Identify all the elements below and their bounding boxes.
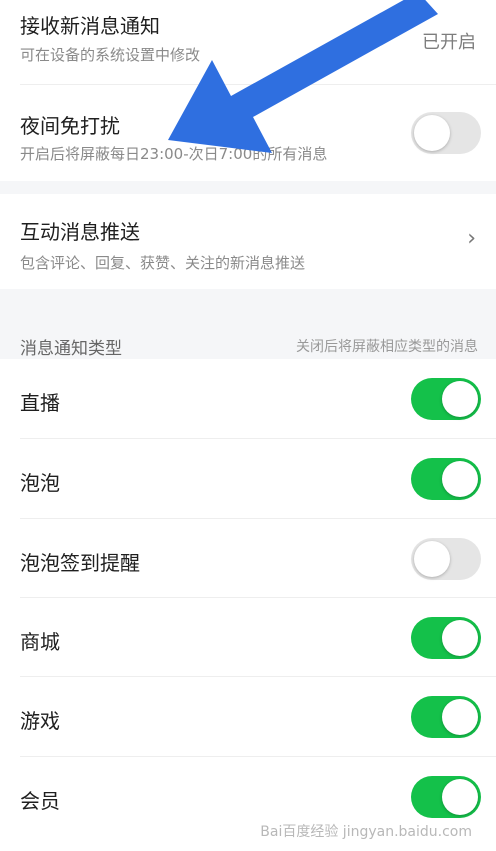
type-label: 泡泡 bbox=[20, 471, 60, 495]
toggle-knob bbox=[442, 779, 478, 815]
member-toggle[interactable] bbox=[411, 776, 481, 818]
type-row-live: 直播 bbox=[0, 359, 496, 439]
notification-types-hint: 关闭后将屏蔽相应类型的消息 bbox=[296, 339, 478, 355]
chevron-right-icon: › bbox=[467, 226, 476, 251]
game-toggle[interactable] bbox=[411, 696, 481, 738]
type-label: 会员 bbox=[20, 789, 60, 813]
interactive-push-subtitle: 包含评论、回复、获赞、关注的新消息推送 bbox=[20, 254, 306, 272]
toggle-knob bbox=[414, 115, 450, 151]
night-dnd-subtitle: 开启后将屏蔽每日23:00-次日7:00的所有消息 bbox=[20, 145, 328, 163]
live-toggle[interactable] bbox=[411, 378, 481, 420]
type-label: 泡泡签到提醒 bbox=[20, 551, 140, 575]
interactive-push-title: 互动消息推送 bbox=[20, 220, 140, 244]
night-dnd-title: 夜间免打扰 bbox=[20, 114, 120, 138]
receive-notifications-status: 已开启 bbox=[422, 32, 476, 53]
interactive-push-row[interactable]: 互动消息推送 包含评论、回复、获赞、关注的新消息推送 › bbox=[0, 194, 496, 289]
type-row-game: 游戏 bbox=[0, 677, 496, 756]
type-label: 商城 bbox=[20, 630, 60, 654]
toggle-knob bbox=[442, 699, 478, 735]
notification-types-header: 消息通知类型 关闭后将屏蔽相应类型的消息 bbox=[0, 289, 496, 359]
type-row-bubble-checkin: 泡泡签到提醒 bbox=[0, 519, 496, 598]
type-row-mall: 商城 bbox=[0, 598, 496, 677]
watermark: Bai百度经验 jingyan.baidu.com bbox=[260, 824, 472, 840]
bubble-checkin-toggle[interactable] bbox=[411, 538, 481, 580]
toggle-knob bbox=[442, 461, 478, 497]
receive-notifications-subtitle: 可在设备的系统设置中修改 bbox=[20, 46, 201, 64]
night-dnd-toggle[interactable] bbox=[411, 112, 481, 154]
notification-types-card: 直播 泡泡 泡泡签到提醒 商城 游戏 会员 bbox=[0, 359, 496, 851]
toggle-knob bbox=[442, 620, 478, 656]
night-dnd-row: 夜间免打扰 开启后将屏蔽每日23:00-次日7:00的所有消息 bbox=[0, 85, 496, 181]
interactive-push-card: 互动消息推送 包含评论、回复、获赞、关注的新消息推送 › bbox=[0, 194, 496, 289]
mall-toggle[interactable] bbox=[411, 617, 481, 659]
notification-types-label: 消息通知类型 bbox=[20, 339, 122, 359]
bubble-toggle[interactable] bbox=[411, 458, 481, 500]
receive-notifications-title: 接收新消息通知 bbox=[20, 14, 160, 38]
receive-notifications-row: 接收新消息通知 可在设备的系统设置中修改 已开启 bbox=[0, 0, 496, 84]
notification-settings-card: 接收新消息通知 可在设备的系统设置中修改 已开启 夜间免打扰 开启后将屏蔽每日2… bbox=[0, 0, 496, 181]
type-label: 直播 bbox=[20, 391, 60, 415]
type-row-bubble: 泡泡 bbox=[0, 439, 496, 518]
toggle-knob bbox=[442, 381, 478, 417]
type-label: 游戏 bbox=[20, 709, 60, 733]
toggle-knob bbox=[414, 541, 450, 577]
